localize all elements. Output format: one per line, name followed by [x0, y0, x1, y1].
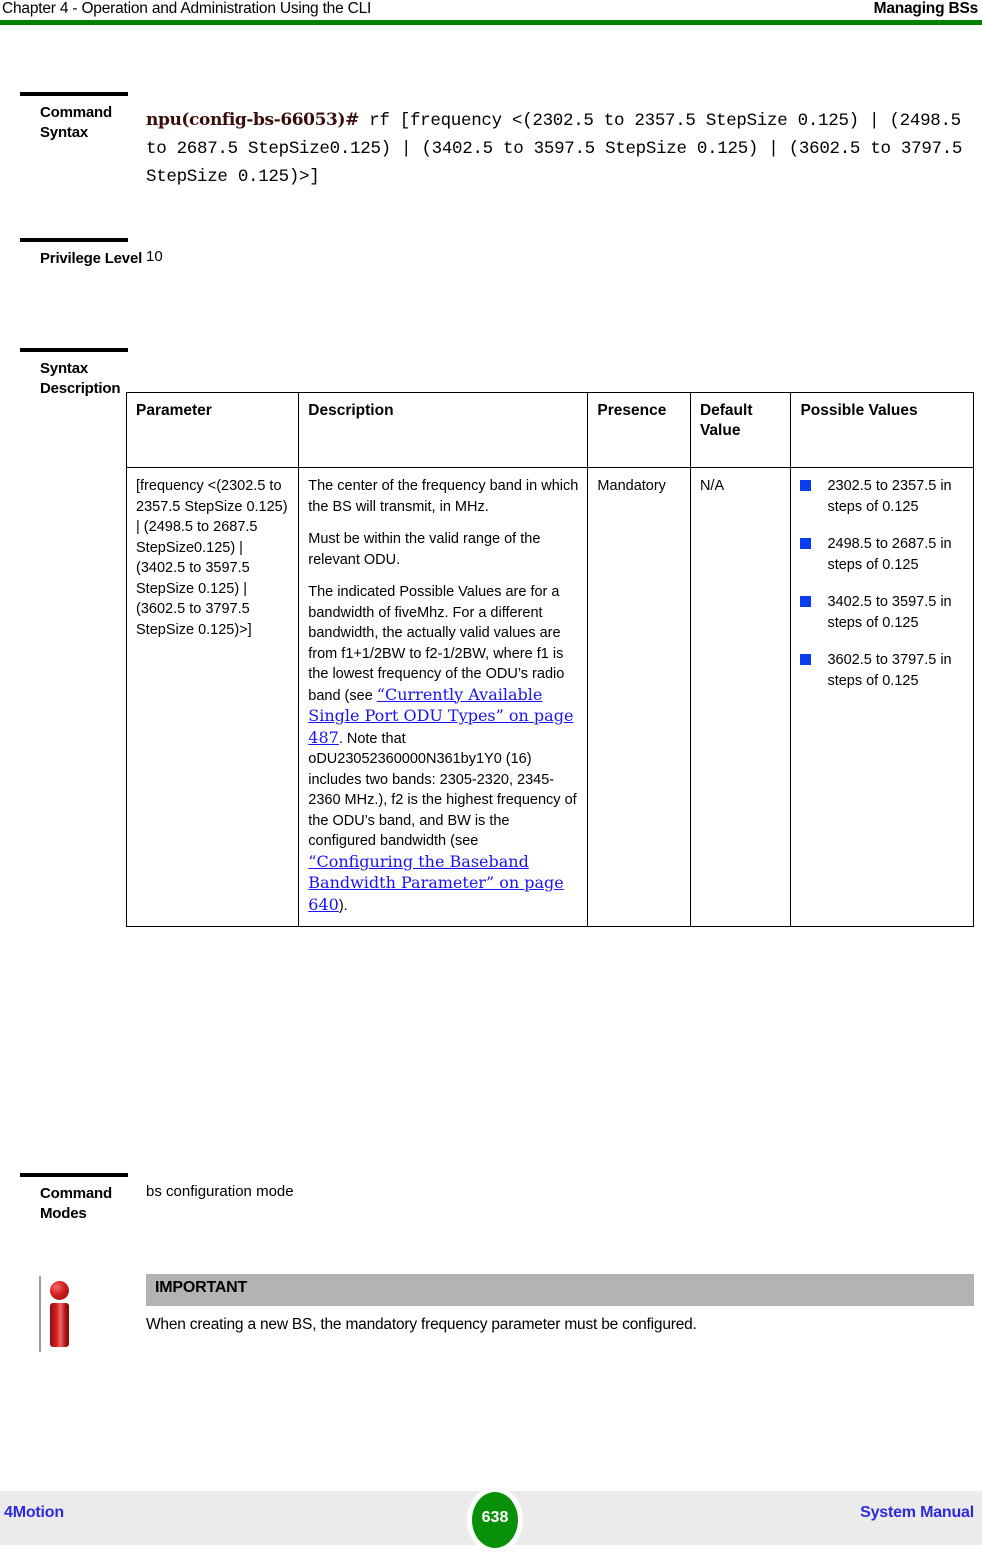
square-bullet-icon [800, 654, 812, 665]
square-bullet-icon [800, 480, 812, 491]
header-chapter-title: Chapter 4 - Operation and Administration… [2, 0, 372, 17]
privilege-level-label: Privilege Level [40, 250, 143, 267]
square-bullet-icon [800, 596, 812, 607]
column-header-possible-values: Possible Values [790, 392, 974, 468]
possible-value-text: 3402.5 to 3597.5 in steps of 0.125 [827, 594, 952, 631]
command-syntax-label-rule [20, 92, 128, 96]
description-paragraph-3: The indicated Possible Values are for a … [308, 582, 578, 916]
page-footer: 4Motion 638 System Manual [0, 1487, 982, 1553]
column-header-default-value: Default Value [689, 392, 792, 468]
syntax-description-table: Parameter Description Presence Default V… [125, 392, 974, 927]
description-text-c: ). [338, 897, 348, 914]
command-syntax-body: npu(config-bs-66053)# rf [frequency <(23… [146, 106, 966, 191]
privilege-level-value: 10 [146, 248, 163, 265]
description-paragraph-2: Must be within the valid range of the re… [308, 531, 541, 568]
list-item: 2302.5 to 2357.5 in steps of 0.125 [800, 476, 964, 517]
possible-value-text: 2302.5 to 2357.5 in steps of 0.125 [827, 478, 952, 515]
cell-presence: Mandatory [587, 467, 691, 927]
important-note-body: When creating a new BS, the mandatory fr… [146, 1316, 697, 1333]
list-item: 3402.5 to 3597.5 in steps of 0.125 [800, 592, 964, 633]
table-row: [frequency <(2302.5 to 2357.5 StepSize 0… [125, 467, 974, 927]
possible-value-text: 2498.5 to 2687.5 in steps of 0.125 [827, 536, 952, 573]
header-rule [0, 20, 982, 25]
footer-product-name[interactable]: 4Motion [4, 1504, 64, 1522]
table-header-row: Parameter Description Presence Default V… [125, 392, 974, 468]
command-syntax-label: Command Syntax [40, 104, 112, 141]
column-header-parameter: Parameter [125, 392, 300, 468]
info-icon-dot [50, 1281, 69, 1300]
possible-value-text: 3602.5 to 3797.5 in steps of 0.125 [827, 652, 952, 689]
info-icon-body [50, 1303, 69, 1347]
syntax-description-label-rule [20, 348, 128, 352]
cell-default-value: N/A [689, 467, 792, 927]
footer-page-number: 638 [481, 1509, 509, 1526]
cell-possible-values: 2302.5 to 2357.5 in steps of 0.125 2498.… [790, 467, 974, 927]
command-modes-label: Command Modes [40, 1185, 112, 1222]
important-note-header-bar: IMPORTANT [146, 1274, 974, 1306]
description-text-b: . Note that oDU23052360000N361by1Y0 (16)… [308, 730, 577, 850]
square-bullet-icon [800, 538, 812, 549]
list-item: 2498.5 to 2687.5 in steps of 0.125 [800, 534, 964, 575]
command-modes-value: bs configuration mode [146, 1183, 294, 1200]
column-header-description: Description [298, 392, 589, 468]
list-item: 3602.5 to 3797.5 in steps of 0.125 [800, 650, 964, 691]
footer-manual-name[interactable]: System Manual [860, 1504, 974, 1522]
possible-values-list: 2302.5 to 2357.5 in steps of 0.125 2498.… [800, 476, 964, 691]
cell-parameter: [frequency <(2302.5 to 2357.5 StepSize 0… [125, 467, 300, 927]
command-modes-label-rule [20, 1173, 128, 1177]
description-paragraph-1: The center of the frequency band in whic… [308, 478, 579, 515]
info-icon [38, 1276, 80, 1352]
cell-description: The center of the frequency band in whic… [298, 467, 589, 927]
important-note-box: IMPORTANT When creating a new BS, the ma… [38, 1274, 974, 1360]
info-icon-rule [39, 1276, 41, 1352]
cli-prompt: npu(config-bs-66053)# [146, 110, 359, 130]
header-section-title: Managing BSs [873, 0, 979, 17]
important-note-heading: IMPORTANT [155, 1279, 248, 1296]
privilege-level-label-rule [20, 238, 128, 242]
column-header-presence: Presence [587, 392, 691, 468]
